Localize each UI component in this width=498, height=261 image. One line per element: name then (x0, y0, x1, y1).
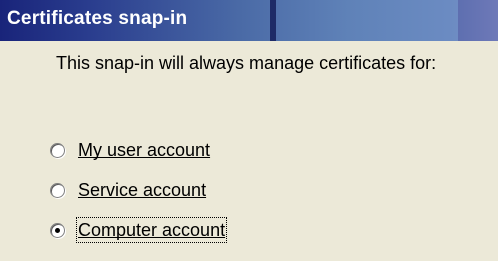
radio-selected-dot-icon (55, 227, 60, 233)
radio-button-unselected-icon[interactable] (50, 142, 65, 158)
radio-label-computer-account[interactable]: Computer account (75, 217, 228, 243)
radio-button-selected-icon[interactable] (50, 222, 65, 238)
radio-label-service-account[interactable]: Service account (78, 179, 206, 201)
radio-option-my-user-account[interactable]: My user account (50, 137, 210, 163)
intro-label: This snap-in will always manage certific… (56, 53, 437, 73)
radio-label-my-user-account[interactable]: My user account (78, 139, 210, 161)
radio-option-service-account[interactable]: Service account (50, 177, 206, 203)
title-bar: Certificates snap-in (0, 0, 498, 41)
page-title: Certificates snap-in (7, 8, 188, 29)
radio-button-unselected-icon[interactable] (50, 182, 65, 198)
title-bar-end-block (458, 0, 498, 41)
title-bar-divider (270, 0, 276, 41)
radio-option-computer-account[interactable]: Computer account (50, 217, 228, 243)
